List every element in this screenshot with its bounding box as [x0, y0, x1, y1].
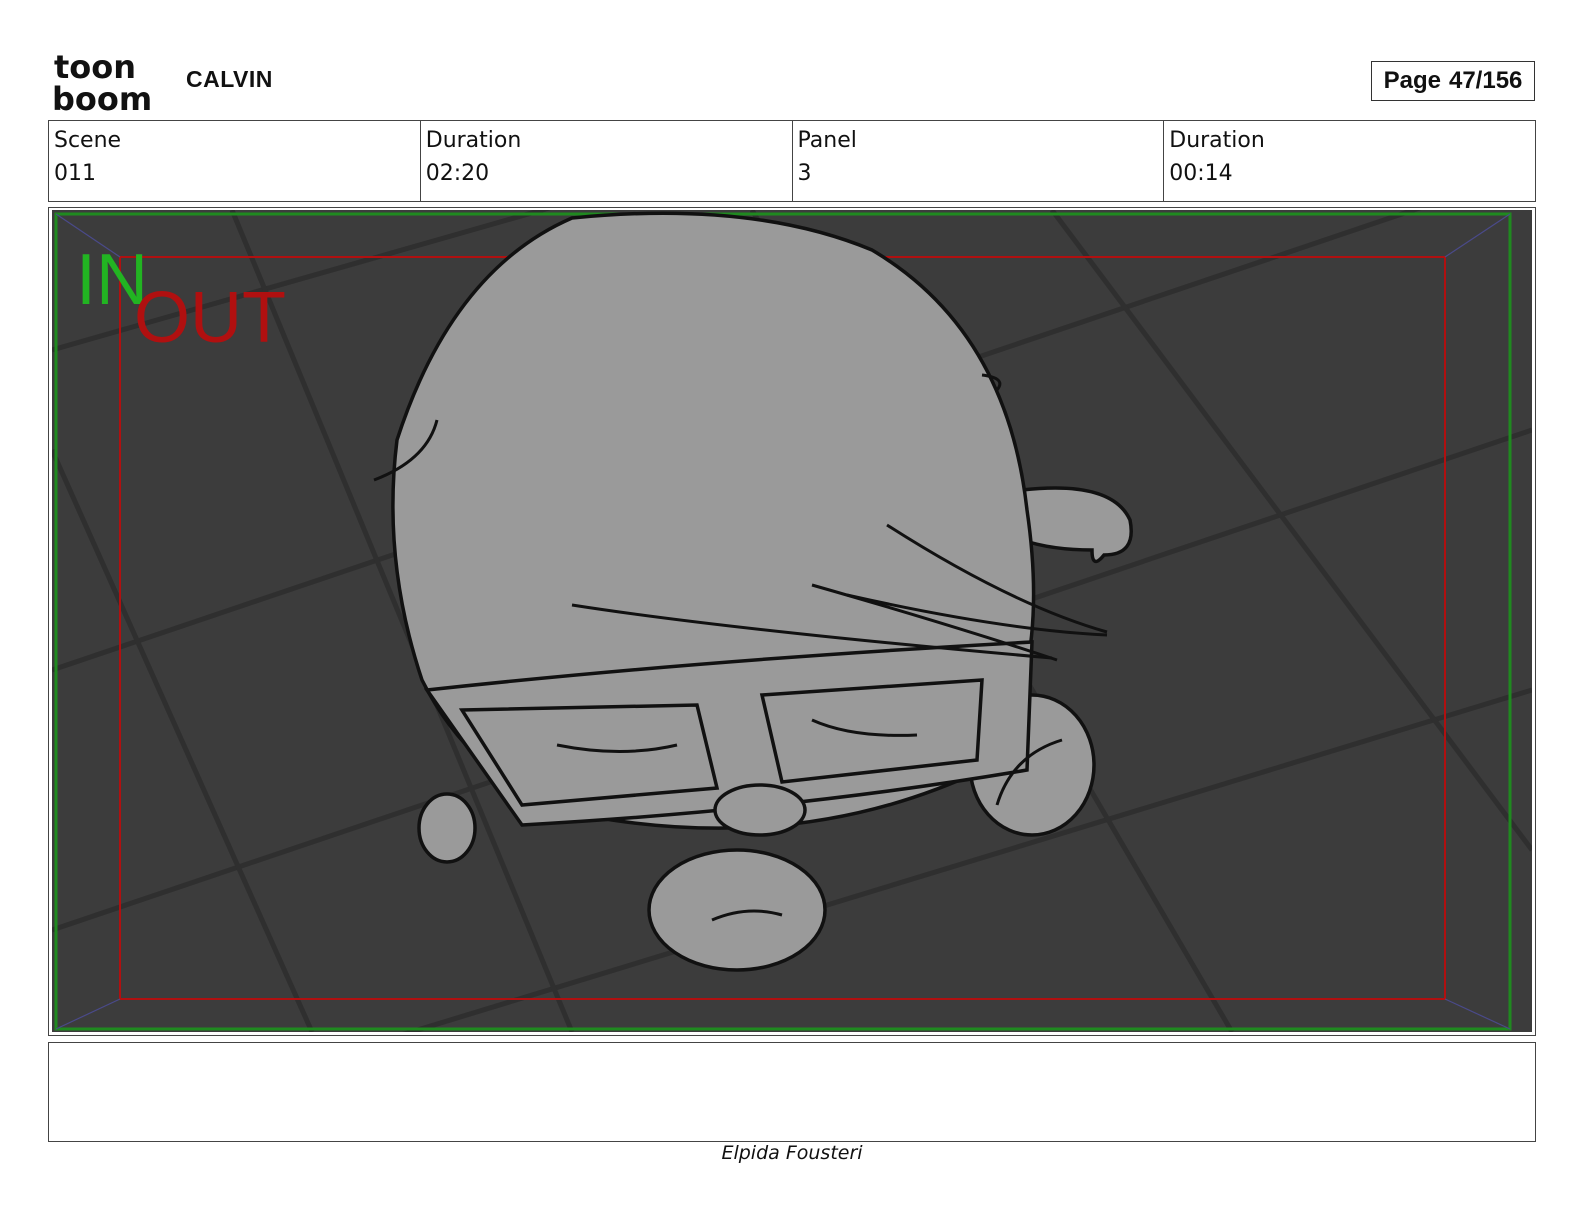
panel-duration-cell: Duration 00:14: [1164, 121, 1535, 201]
scene-duration-cell: Duration 02:20: [421, 121, 793, 201]
project-title: CALVIN: [186, 66, 273, 92]
artist-credit: Elpida Fousteri: [721, 1142, 863, 1164]
panel-info-table: Scene 011 Duration 02:20 Panel 3 Duratio…: [48, 120, 1536, 202]
scene-label: Scene: [54, 128, 122, 153]
scene-duration-value: 02:20: [425, 161, 490, 186]
scene-cell: Scene 011: [49, 121, 421, 201]
logo-line-2: boom: [52, 80, 152, 112]
scene-duration-label: Duration: [425, 128, 522, 153]
panel-notes-box: [48, 1042, 1536, 1142]
toon-boom-logo: toon boom: [52, 50, 152, 112]
out-label: OUT: [134, 278, 286, 358]
panel-value: 3: [797, 161, 812, 186]
scene-value: 011: [54, 161, 96, 186]
page-indicator: Page 47/156: [1371, 61, 1535, 101]
storyboard-panel-image: IN OUT: [52, 210, 1532, 1032]
page-number: 47/156: [1448, 67, 1523, 94]
panel-label: Panel: [797, 128, 857, 153]
panel-duration-label: Duration: [1169, 128, 1265, 153]
panel-cell: Panel 3: [793, 121, 1165, 201]
page-label: Page: [1383, 67, 1441, 94]
panel-duration-value: 00:14: [1169, 161, 1233, 186]
